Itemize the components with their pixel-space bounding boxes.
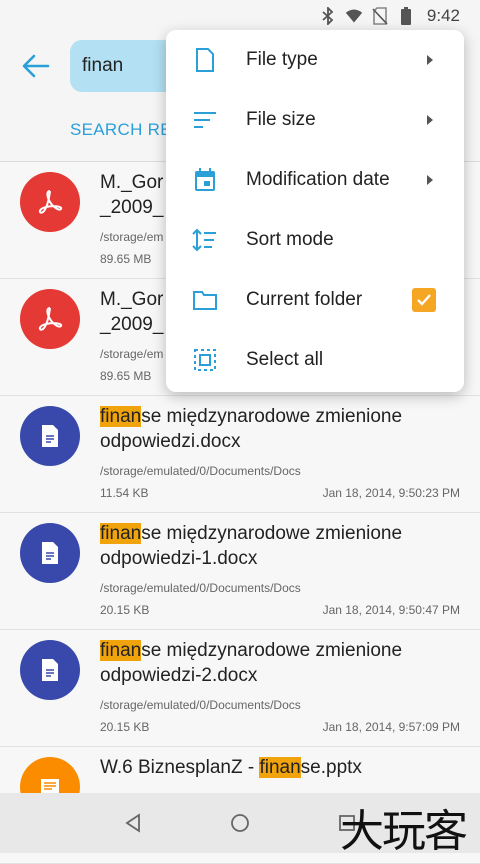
no-sim-icon bbox=[371, 7, 389, 25]
file-size: 20.15 KB bbox=[100, 720, 150, 734]
submenu-arrow-icon bbox=[424, 53, 436, 67]
file-size: 89.65 MB bbox=[100, 252, 152, 266]
file-path: /storage/emulated/0/Documents/Docs bbox=[100, 464, 301, 478]
document-icon bbox=[20, 406, 80, 466]
wifi-icon bbox=[345, 7, 363, 25]
file-name: finanse międzynarodowe zmienione odpowie… bbox=[100, 406, 403, 452]
menu-item-file-type[interactable]: File type bbox=[166, 30, 464, 90]
file-path: /storage/em bbox=[100, 347, 164, 361]
back-button[interactable] bbox=[18, 48, 54, 84]
status-bar: 9:42 bbox=[0, 0, 480, 32]
file-date: Jan 18, 2014, 9:50:47 PM bbox=[322, 603, 460, 617]
calendar-icon bbox=[190, 165, 220, 195]
menu-item-file-size[interactable]: File size bbox=[166, 90, 464, 150]
submenu-arrow-icon bbox=[424, 113, 436, 127]
file-size: 11.54 KB bbox=[100, 486, 149, 500]
bluetooth-icon bbox=[319, 7, 337, 25]
menu-item-modification-date[interactable]: Modification date bbox=[166, 150, 464, 210]
submenu-arrow-icon bbox=[424, 173, 436, 187]
folder-icon bbox=[190, 285, 220, 315]
file-path: /storage/emulated/0/Documents/Docs bbox=[100, 698, 301, 712]
battery-icon bbox=[397, 7, 415, 25]
file-path: /storage/emulated/0/Documents/Docs bbox=[100, 581, 301, 595]
file-name: finanse międzynarodowe zmienione odpowie… bbox=[100, 640, 403, 686]
document-icon bbox=[20, 523, 80, 583]
list-item[interactable]: finanse międzynarodowe zmienione odpowie… bbox=[0, 513, 480, 630]
file-name: finanse międzynarodowe zmienione odpowie… bbox=[100, 523, 403, 569]
overflow-menu: File type File size Modification date So… bbox=[166, 30, 464, 392]
file-path: /storage/em bbox=[100, 230, 164, 244]
pdf-icon bbox=[20, 172, 80, 232]
nav-home-button[interactable] bbox=[225, 808, 255, 838]
current-folder-checkbox[interactable] bbox=[412, 288, 436, 312]
check-icon bbox=[417, 294, 431, 306]
nav-back-button[interactable] bbox=[118, 808, 148, 838]
file-size: 20.15 KB bbox=[100, 603, 150, 617]
status-time: 9:42 bbox=[426, 6, 460, 25]
menu-item-sort-mode[interactable]: Sort mode bbox=[166, 210, 464, 270]
document-icon bbox=[20, 640, 80, 700]
list-item[interactable]: finanse międzynarodowe zmienione odpowie… bbox=[0, 630, 480, 747]
nav-home-icon bbox=[231, 814, 249, 832]
watermark: 大玩客 bbox=[340, 806, 468, 857]
file-date: Jan 18, 2014, 9:50:23 PM bbox=[322, 486, 460, 500]
file-name: W.6 BiznesplanZ - finanse.pptx bbox=[100, 757, 362, 778]
menu-item-select-all[interactable]: Select all bbox=[166, 330, 464, 390]
file-icon bbox=[190, 45, 220, 75]
search-input-value: finan bbox=[82, 55, 124, 76]
file-size-icon bbox=[190, 105, 220, 135]
arrow-back-icon bbox=[22, 54, 50, 78]
menu-item-current-folder[interactable]: Current folder bbox=[166, 270, 464, 330]
list-item[interactable]: finanse międzynarodowe zmienione odpowie… bbox=[0, 396, 480, 513]
sort-icon bbox=[190, 225, 220, 255]
nav-back-icon bbox=[125, 813, 141, 833]
select-all-icon bbox=[190, 345, 220, 375]
file-date: Jan 18, 2014, 9:57:09 PM bbox=[322, 720, 460, 734]
pdf-icon bbox=[20, 289, 80, 349]
file-size: 89.65 MB bbox=[100, 369, 152, 383]
